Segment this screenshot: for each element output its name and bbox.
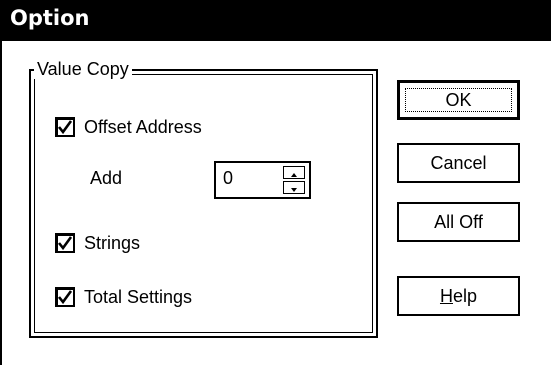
dialog-border [0,41,2,365]
help-button[interactable]: Help [397,276,520,316]
cancel-button[interactable]: Cancel [397,143,520,183]
groupbox-legend: Value Copy [34,59,132,79]
offset-address-checkbox-box[interactable] [55,117,75,137]
offset-address-label: Offset Address [84,116,202,137]
total-settings-checkbox-box[interactable] [55,287,75,307]
arrow-down-icon [291,188,297,192]
strings-checkbox-box[interactable] [55,233,75,253]
spin-buttons [283,166,305,194]
arrow-up-icon [291,173,297,177]
help-button-label: Help [440,286,477,307]
help-mnemonic: H [439,285,453,306]
window-title: Option [10,6,90,30]
all-off-button[interactable]: All Off [397,202,520,242]
add-value[interactable]: 0 [223,168,233,189]
spin-up-button[interactable] [283,166,305,179]
checkmark-icon [57,290,73,305]
offset-address-checkbox[interactable]: Offset Address [55,114,202,140]
spin-down-button[interactable] [283,181,305,194]
total-settings-label: Total Settings [84,286,193,307]
ok-button[interactable]: OK [397,80,520,120]
ok-button-label: OK [445,89,472,110]
add-spin-input[interactable]: 0 [214,161,311,199]
cancel-button-label: Cancel [430,152,487,173]
checkmark-icon [57,120,73,135]
add-label: Add [90,168,123,188]
checkmark-icon [57,236,73,251]
total-settings-checkbox[interactable]: Total Settings [55,284,192,310]
help-label-rest: elp [452,285,478,306]
all-off-button-label: All Off [434,211,483,232]
title-bar[interactable]: Option [0,0,551,41]
strings-label: Strings [84,232,141,253]
strings-checkbox[interactable]: Strings [55,230,140,256]
